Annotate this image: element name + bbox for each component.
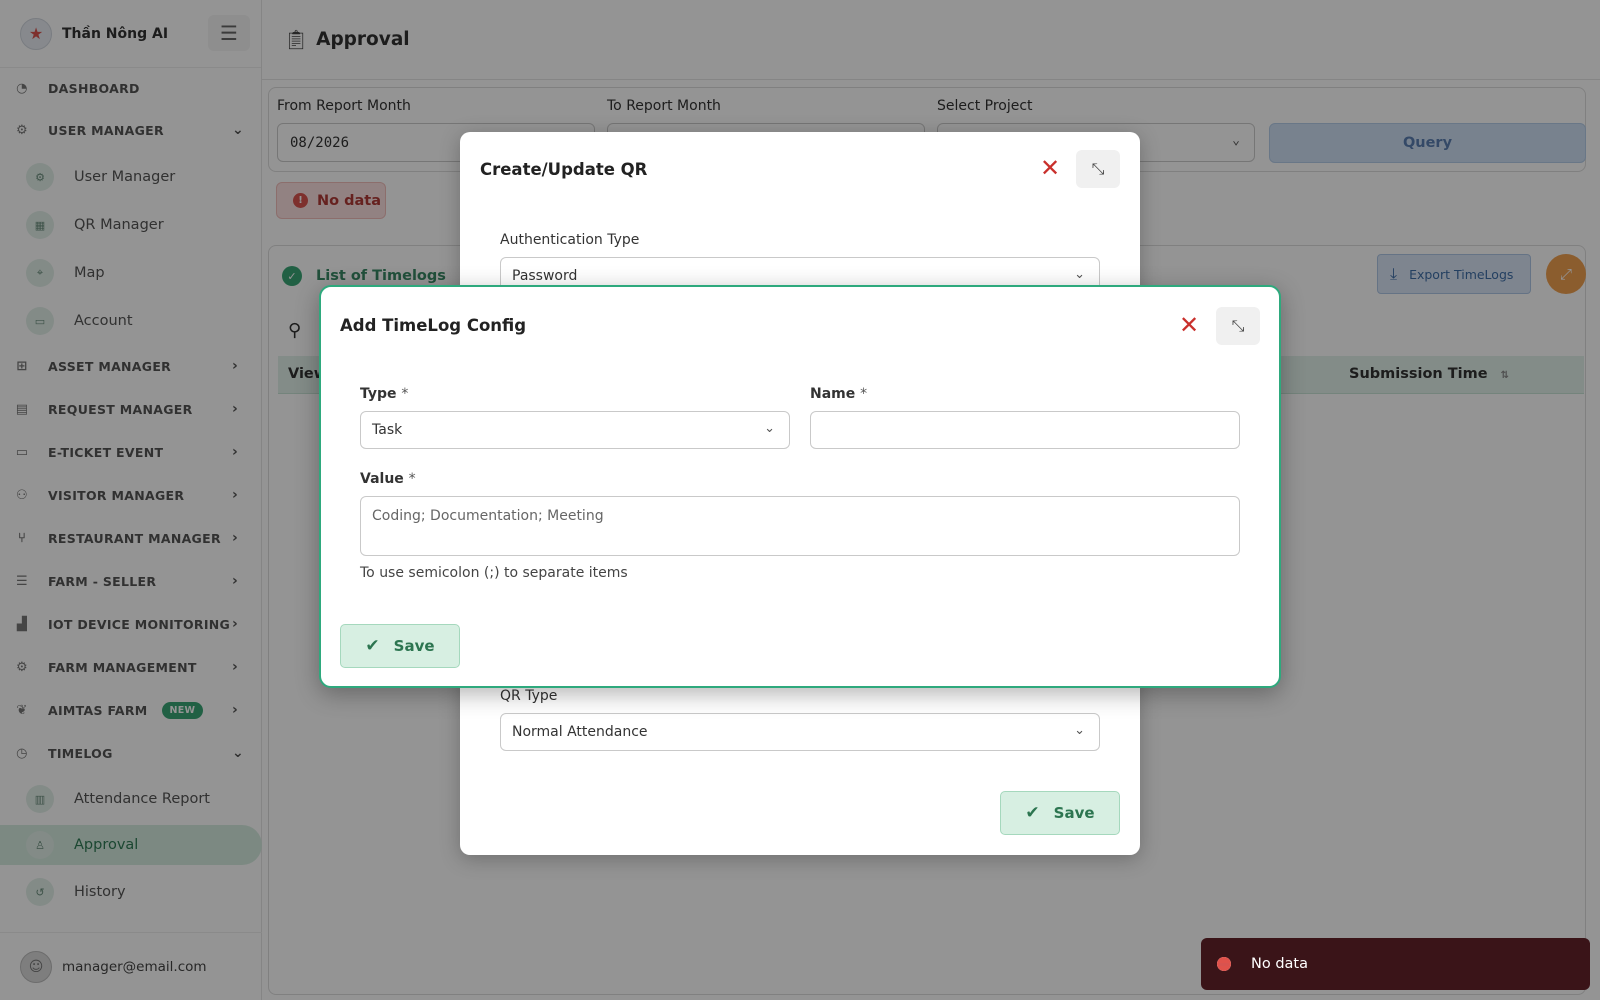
toast-message: No data [1251, 956, 1308, 972]
modal-title: Create/Update QR [480, 160, 648, 179]
auth-type-label: Authentication Type [500, 232, 640, 248]
required-mark: * [401, 386, 409, 402]
type-select[interactable]: Task ⌄ [360, 411, 790, 449]
qr-type-value: Normal Attendance [512, 724, 648, 740]
minimize-icon[interactable]: ⤡ [1076, 150, 1120, 188]
value-label-text: Value [360, 471, 404, 487]
name-label-text: Name [810, 386, 856, 402]
name-input[interactable] [810, 411, 1240, 449]
qr-type-select[interactable]: Normal Attendance ⌄ [500, 713, 1100, 751]
check-icon: ✔ [365, 636, 380, 656]
check-icon: ✔ [1025, 803, 1040, 823]
qr-type-label: QR Type [500, 688, 558, 704]
required-mark: * [860, 386, 868, 402]
required-mark: * [408, 471, 416, 487]
error-icon [1217, 957, 1231, 971]
modal-title: Add TimeLog Config [340, 316, 527, 335]
close-icon[interactable]: ✕ [1173, 309, 1205, 341]
auth-type-value: Password [512, 268, 578, 284]
toast-notification[interactable]: No data [1201, 938, 1590, 990]
type-label-text: Type [360, 386, 397, 402]
minimize-icon[interactable]: ⤡ [1216, 307, 1260, 345]
qr-save-button[interactable]: ✔ Save [1000, 791, 1120, 835]
timelog-save-button[interactable]: ✔ Save [340, 624, 460, 668]
close-icon[interactable]: ✕ [1034, 152, 1066, 184]
value-hint: To use semicolon (;) to separate items [360, 565, 628, 581]
chevron-down-icon: ⌄ [1074, 267, 1085, 282]
chevron-down-icon: ⌄ [1074, 723, 1085, 738]
value-label: Value * [360, 471, 416, 487]
save-label: Save [393, 637, 435, 655]
type-label: Type * [360, 386, 408, 402]
value-textarea[interactable]: Coding; Documentation; Meeting [360, 496, 1240, 556]
save-label: Save [1053, 804, 1095, 822]
type-value: Task [372, 422, 403, 438]
name-label: Name * [810, 386, 867, 402]
add-timelog-config-modal: Add TimeLog Config ✕ ⤡ Type * Task ⌄ Nam… [319, 285, 1281, 688]
chevron-down-icon: ⌄ [764, 421, 775, 436]
